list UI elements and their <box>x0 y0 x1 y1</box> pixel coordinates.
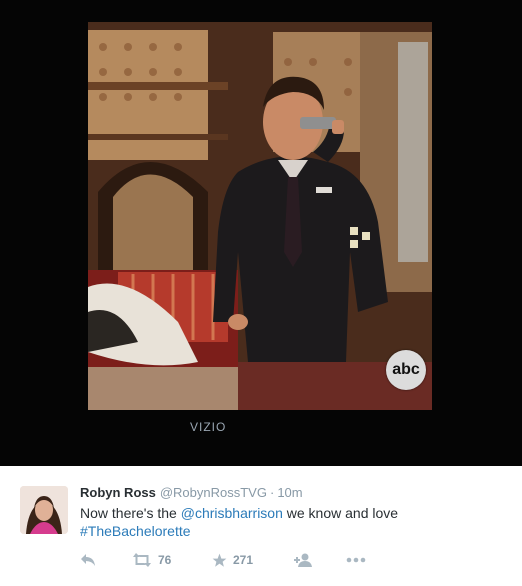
tv-screen <box>88 22 432 410</box>
follow-button[interactable] <box>294 550 312 570</box>
star-icon <box>212 553 227 567</box>
follow-icon <box>294 553 312 567</box>
favorite-count: 271 <box>233 553 254 567</box>
more-button[interactable] <box>346 550 366 570</box>
avatar[interactable] <box>20 486 68 534</box>
tv-scene <box>88 22 432 410</box>
hashtag-link[interactable]: #TheBachelorette <box>80 523 191 539</box>
retweet-button[interactable]: 76 <box>132 550 171 570</box>
reply-button[interactable] <box>80 550 96 570</box>
user-handle[interactable]: @RobynRossTVG <box>160 485 267 500</box>
tv-brand-label: VIZIO <box>190 420 227 434</box>
separator-dot: · <box>269 485 275 500</box>
tweet-text: Now there's the @chrisbharrison we know … <box>80 504 500 540</box>
more-icon <box>346 557 366 563</box>
avatar-photo <box>20 486 68 534</box>
mention-link[interactable]: @chrisbharrison <box>181 505 283 521</box>
retweet-icon <box>133 553 151 567</box>
favorite-button[interactable]: 271 <box>212 550 253 570</box>
tweet-photo[interactable]: abc VIZIO <box>0 0 522 466</box>
tweet-text-end: we know and love <box>282 505 399 521</box>
tweet-actions: 76 271 <box>80 550 500 570</box>
display-name[interactable]: Robyn Ross <box>80 485 156 500</box>
retweet-count: 76 <box>158 553 172 567</box>
tweet-timestamp[interactable]: 10m <box>277 485 302 500</box>
tweet-header: Robyn Ross @RobynRossTVG · 10m <box>80 485 303 500</box>
tweet-card: Robyn Ross @RobynRossTVG · 10m Now there's … <box>0 466 522 586</box>
reply-icon <box>81 554 95 566</box>
network-logo: abc <box>386 350 426 390</box>
tweet-text-start: Now there's the <box>80 505 181 521</box>
